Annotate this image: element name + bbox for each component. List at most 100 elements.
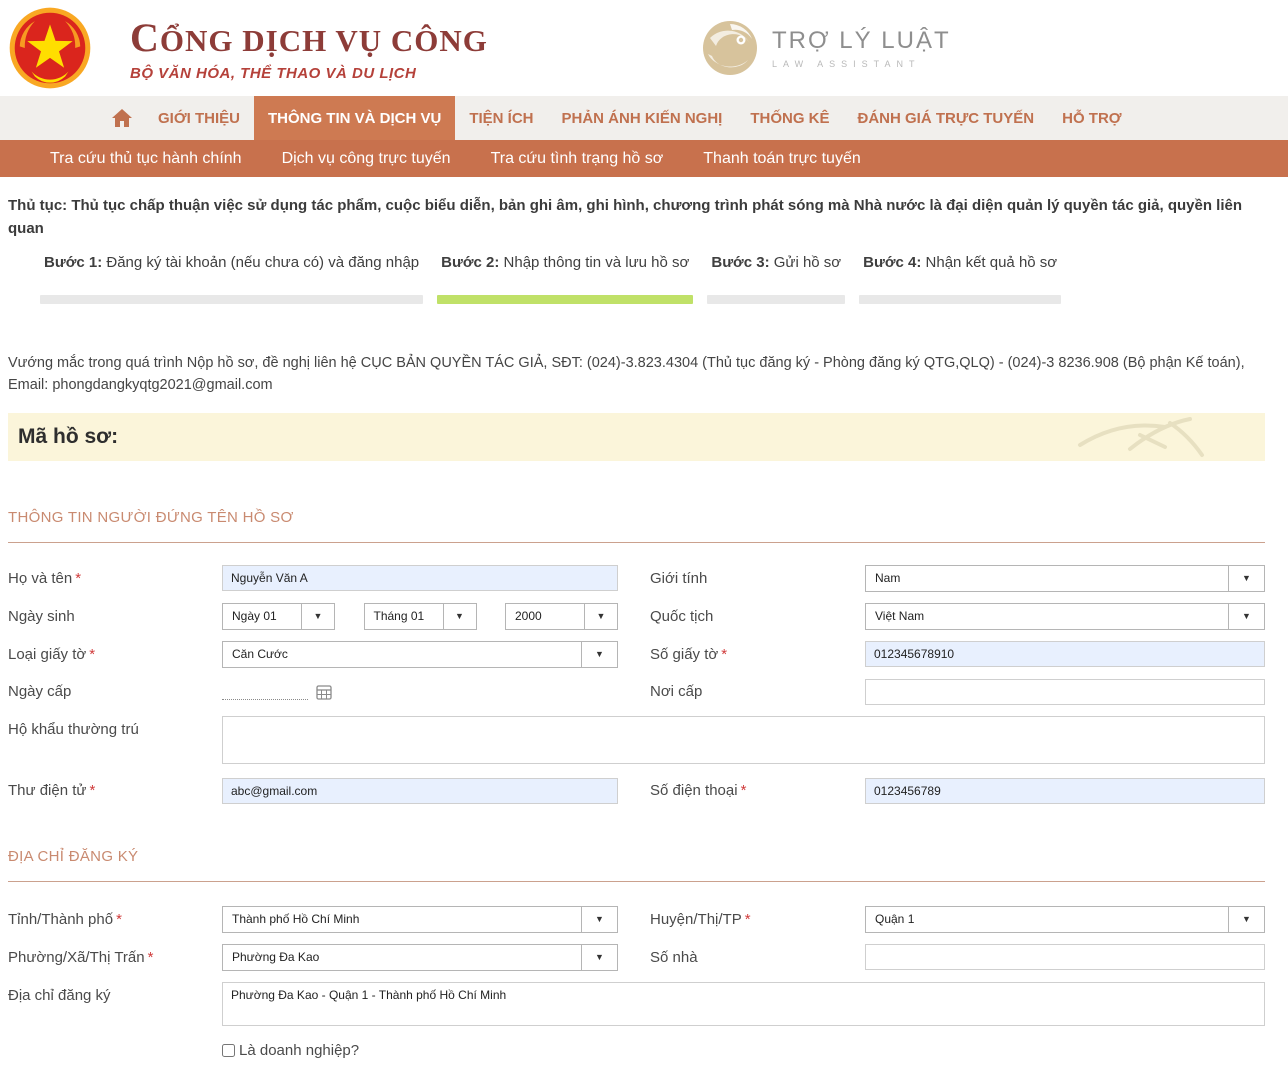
gender-selected-value: Nam [875, 571, 901, 586]
step-4: Bước 4: Nhận kết quả hồ sơ [859, 254, 1062, 304]
residence-label: Hộ khẩu thường trú [8, 720, 139, 738]
nav-item-thong-tin-va-dich-vu[interactable]: THÔNG TIN VÀ DỊCH VỤ [253, 96, 456, 140]
law-assistant-swirl-icon [703, 21, 757, 75]
chevron-down-icon: ▼ [581, 944, 617, 970]
site-title: CỔNG DỊCH VỤ CÔNG [130, 15, 488, 60]
step-3: Bước 3: Gửi hồ sơ [707, 254, 846, 304]
dob-day-select[interactable]: Ngày 01 ▼ [222, 602, 335, 630]
step-3-label: Bước 3: Gửi hồ sơ [707, 254, 845, 273]
nav-item-phan-anh-kien-nghi[interactable]: PHẢN ÁNH KIẾN NGHỊ [547, 96, 736, 140]
form-row: Họ và tên* Giới tính Nam ▼ [8, 564, 1265, 592]
issue-place-label: Nơi cấp [650, 683, 703, 701]
chevron-down-icon: ▼ [442, 603, 476, 629]
nav-item-danh-gia-truc-tuyen[interactable]: ĐÁNH GIÁ TRỰC TUYẾN [844, 96, 1049, 140]
dob-group: Ngày 01 ▼ Tháng 01 ▼ 2000 ▼ [222, 602, 618, 630]
province-select[interactable]: Thành phố Hồ Chí Minh ▼ [222, 905, 618, 933]
nav-item-ho-tro[interactable]: HỖ TRỢ [1048, 96, 1135, 140]
step-4-text: Nhận kết quả hồ sơ [921, 254, 1058, 271]
address-section: ĐỊA CHỈ ĐĂNG KÝ Tỉnh/Thành phố * Thành ph… [8, 848, 1265, 1059]
house-number-input[interactable] [865, 944, 1265, 971]
gender-select[interactable]: Nam ▼ [865, 564, 1265, 592]
issue-date-label: Ngày cấp [8, 683, 72, 701]
full-address-textarea[interactable]: Phường Đa Kao - Quận 1 - Thành phố Hồ Ch… [222, 981, 1265, 1026]
ward-label: Phường/Xã/Thị Trấn * [8, 948, 154, 966]
ward-selected-value: Phường Đa Kao [232, 950, 320, 965]
step-2: Bước 2: Nhập thông tin và lưu hồ sơ [437, 254, 694, 304]
issue-place-input[interactable] [865, 678, 1265, 705]
phone-input[interactable] [865, 777, 1265, 804]
nav-item-tien-ich[interactable]: TIỆN ÍCH [455, 96, 547, 140]
form-row: Địa chỉ đăng ký Phường Đa Kao - Quận 1 -… [8, 981, 1265, 1026]
step-1-progress-bar [40, 295, 424, 304]
ward-select[interactable]: Phường Đa Kao ▼ [222, 943, 618, 971]
subnav-item-tra-cuu-thu-tuc[interactable]: Tra cứu thủ tục hành chính [30, 150, 262, 168]
dob-year-select[interactable]: 2000 ▼ [505, 602, 618, 630]
form-row: Hộ khẩu thường trú [8, 715, 1265, 764]
step-2-label: Bước 2: Nhập thông tin và lưu hồ sơ [437, 254, 693, 273]
step-4-prefix: Bước 4: [863, 254, 922, 271]
dob-month-value: Tháng 01 [373, 609, 425, 624]
site-brand: CỔNG DỊCH VỤ CÔNG BỘ VĂN HÓA, THỂ THAO V… [130, 14, 488, 82]
province-label: Tỉnh/Thành phố * [8, 910, 122, 928]
calendar-icon[interactable] [316, 684, 332, 700]
phone-label: Số điện thoại * [650, 782, 747, 800]
issue-date-input[interactable] [222, 684, 308, 700]
step-4-progress-bar [859, 295, 1062, 304]
gender-label: Giới tính [650, 569, 708, 587]
full-address-label: Địa chỉ đăng ký [8, 986, 111, 1004]
doc-number-label: Số giấy tờ * [650, 645, 728, 663]
page-header: CỔNG DỊCH VỤ CÔNG BỘ VĂN HÓA, THỂ THAO V… [0, 0, 1288, 96]
chevron-down-icon: ▼ [584, 603, 617, 629]
nav-item-gioi-thieu[interactable]: GIỚI THIỆU [144, 96, 254, 140]
nav-item-thong-ke[interactable]: THỐNG KÊ [736, 96, 843, 140]
step-1-text: Đăng ký tài khoản (nếu chưa có) và đăng … [102, 254, 420, 271]
residence-textarea[interactable] [222, 715, 1265, 764]
is-business-checkbox[interactable] [222, 1043, 235, 1057]
province-selected-value: Thành phố Hồ Chí Minh [232, 912, 360, 927]
subnav-item-dich-vu-cong[interactable]: Dịch vụ công trực tuyến [262, 150, 471, 168]
progress-steps: Bước 1: Đăng ký tài khoản (nếu chưa có) … [8, 254, 1265, 304]
form-row: Tỉnh/Thành phố * Thành phố Hồ Chí Minh ▼ … [8, 905, 1265, 933]
email-input[interactable] [222, 777, 618, 804]
chevron-down-icon: ▼ [301, 603, 334, 629]
home-icon [112, 109, 132, 127]
partner-subtitle: LAW ASSISTANT [772, 59, 921, 69]
sub-navigation: Tra cứu thủ tục hành chính Dịch vụ công … [0, 140, 1288, 177]
house-number-label: Số nhà [650, 948, 698, 966]
fullname-input[interactable] [222, 565, 618, 592]
form-row: Loại giấy tờ * Căn Cước ▼ Số giấy tờ * [8, 640, 1265, 668]
chevron-down-icon: ▼ [1228, 906, 1264, 932]
form-row: Thư điện tử* Số điện thoại* [8, 777, 1265, 804]
subnav-item-thanh-toan[interactable]: Thanh toán trực tuyến [683, 150, 880, 168]
personal-info-section: THÔNG TIN NGƯỜI ĐỨNG TÊN HỒ SƠ Họ và tên… [8, 509, 1265, 804]
step-2-text: Nhập thông tin và lưu hồ sơ [499, 254, 690, 271]
chevron-down-icon: ▼ [1228, 565, 1264, 591]
step-2-progress-bar [437, 295, 694, 304]
partner-logo: TRỢ LÝ LUẬT LAW ASSISTANT [700, 18, 951, 78]
chevron-down-icon: ▼ [581, 641, 617, 667]
nationality-selected-value: Việt Nam [875, 609, 925, 624]
district-select[interactable]: Quận 1 ▼ [865, 905, 1265, 933]
vietnam-emblem-logo [9, 7, 91, 89]
dob-label: Ngày sinh [8, 607, 75, 625]
doc-type-selected-value: Căn Cước [232, 647, 288, 662]
step-1-prefix: Bước 1: [44, 254, 103, 271]
chevron-down-icon: ▼ [1228, 603, 1264, 629]
is-business-label: Là doanh nghiệp? [239, 1041, 360, 1059]
dob-month-select[interactable]: Tháng 01 ▼ [363, 602, 477, 630]
section-divider [8, 541, 1265, 543]
nationality-select[interactable]: Việt Nam ▼ [865, 602, 1265, 630]
subnav-item-tra-cuu-tinh-trang[interactable]: Tra cứu tình trạng hồ sơ [471, 150, 684, 168]
form-row: Ngày cấp Nơi cấp [8, 678, 1265, 705]
doc-type-select[interactable]: Căn Cước ▼ [222, 640, 618, 668]
dossier-code-band: Mã hồ sơ: [8, 412, 1265, 461]
section-divider [8, 880, 1265, 882]
doc-number-input[interactable] [865, 641, 1265, 668]
nav-home-button[interactable] [100, 96, 144, 140]
fullname-label: Họ và tên * [8, 569, 82, 587]
contact-notice: Vướng mắc trong quá trình Nộp hồ sơ, đề … [8, 355, 1245, 394]
personal-section-title: THÔNG TIN NGƯỜI ĐỨNG TÊN HỒ SƠ [8, 508, 294, 526]
quill-watermark-icon [1078, 416, 1204, 457]
step-3-text: Gửi hồ sơ [769, 254, 842, 271]
step-2-prefix: Bước 2: [441, 254, 500, 271]
